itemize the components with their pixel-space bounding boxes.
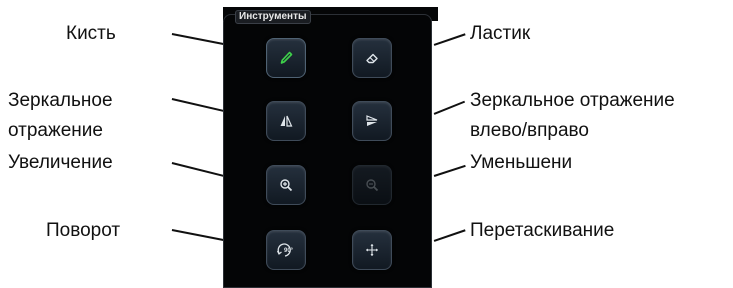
rotate-button[interactable]: 90° (266, 230, 306, 270)
rotate-90-icon: 90° (276, 243, 294, 257)
label-brush: Кисть (66, 23, 116, 44)
leader-line-zoom-in (171, 162, 228, 178)
label-zoom-out: Уменьшени (470, 152, 573, 173)
label-mirror-updown: Зеркальное отражение (8, 90, 113, 141)
label-rotate: Поворот (46, 220, 121, 241)
rotate-90-label: 90° (284, 248, 294, 254)
mirror-leftright-button[interactable] (352, 101, 392, 141)
leader-line-zoom-out (433, 164, 466, 177)
zoom-out-icon (366, 179, 379, 192)
zoom-out-button[interactable] (352, 165, 392, 205)
mirror-updown-button[interactable] (266, 101, 306, 141)
brush-button[interactable] (266, 38, 306, 78)
mirror-horizontal-icon (366, 115, 378, 126)
label-zoom-in: Увеличение (8, 152, 113, 173)
eraser-button[interactable] (352, 38, 392, 78)
eraser-icon (366, 53, 378, 64)
label-drag: Перетаскивание (470, 220, 615, 241)
panel-title: Инструменты (235, 10, 311, 24)
leader-line-rotate (171, 229, 229, 242)
leader-line-mirror-leftright (433, 100, 465, 115)
tools-panel (223, 14, 432, 288)
leader-line-mirror-updown (171, 98, 228, 113)
leader-line-drag (433, 229, 466, 242)
move-icon (366, 244, 378, 256)
label-mirror-leftright: Зеркальное отражение влево/вправо (470, 90, 675, 141)
zoom-in-button[interactable] (266, 165, 306, 205)
drag-button[interactable] (352, 230, 392, 270)
label-eraser: Ластик (470, 23, 531, 44)
brush-icon (280, 51, 293, 64)
leader-line-eraser (433, 33, 466, 46)
zoom-in-icon (280, 179, 293, 192)
leader-line-brush (171, 33, 227, 46)
mirror-vertical-icon (280, 115, 293, 127)
